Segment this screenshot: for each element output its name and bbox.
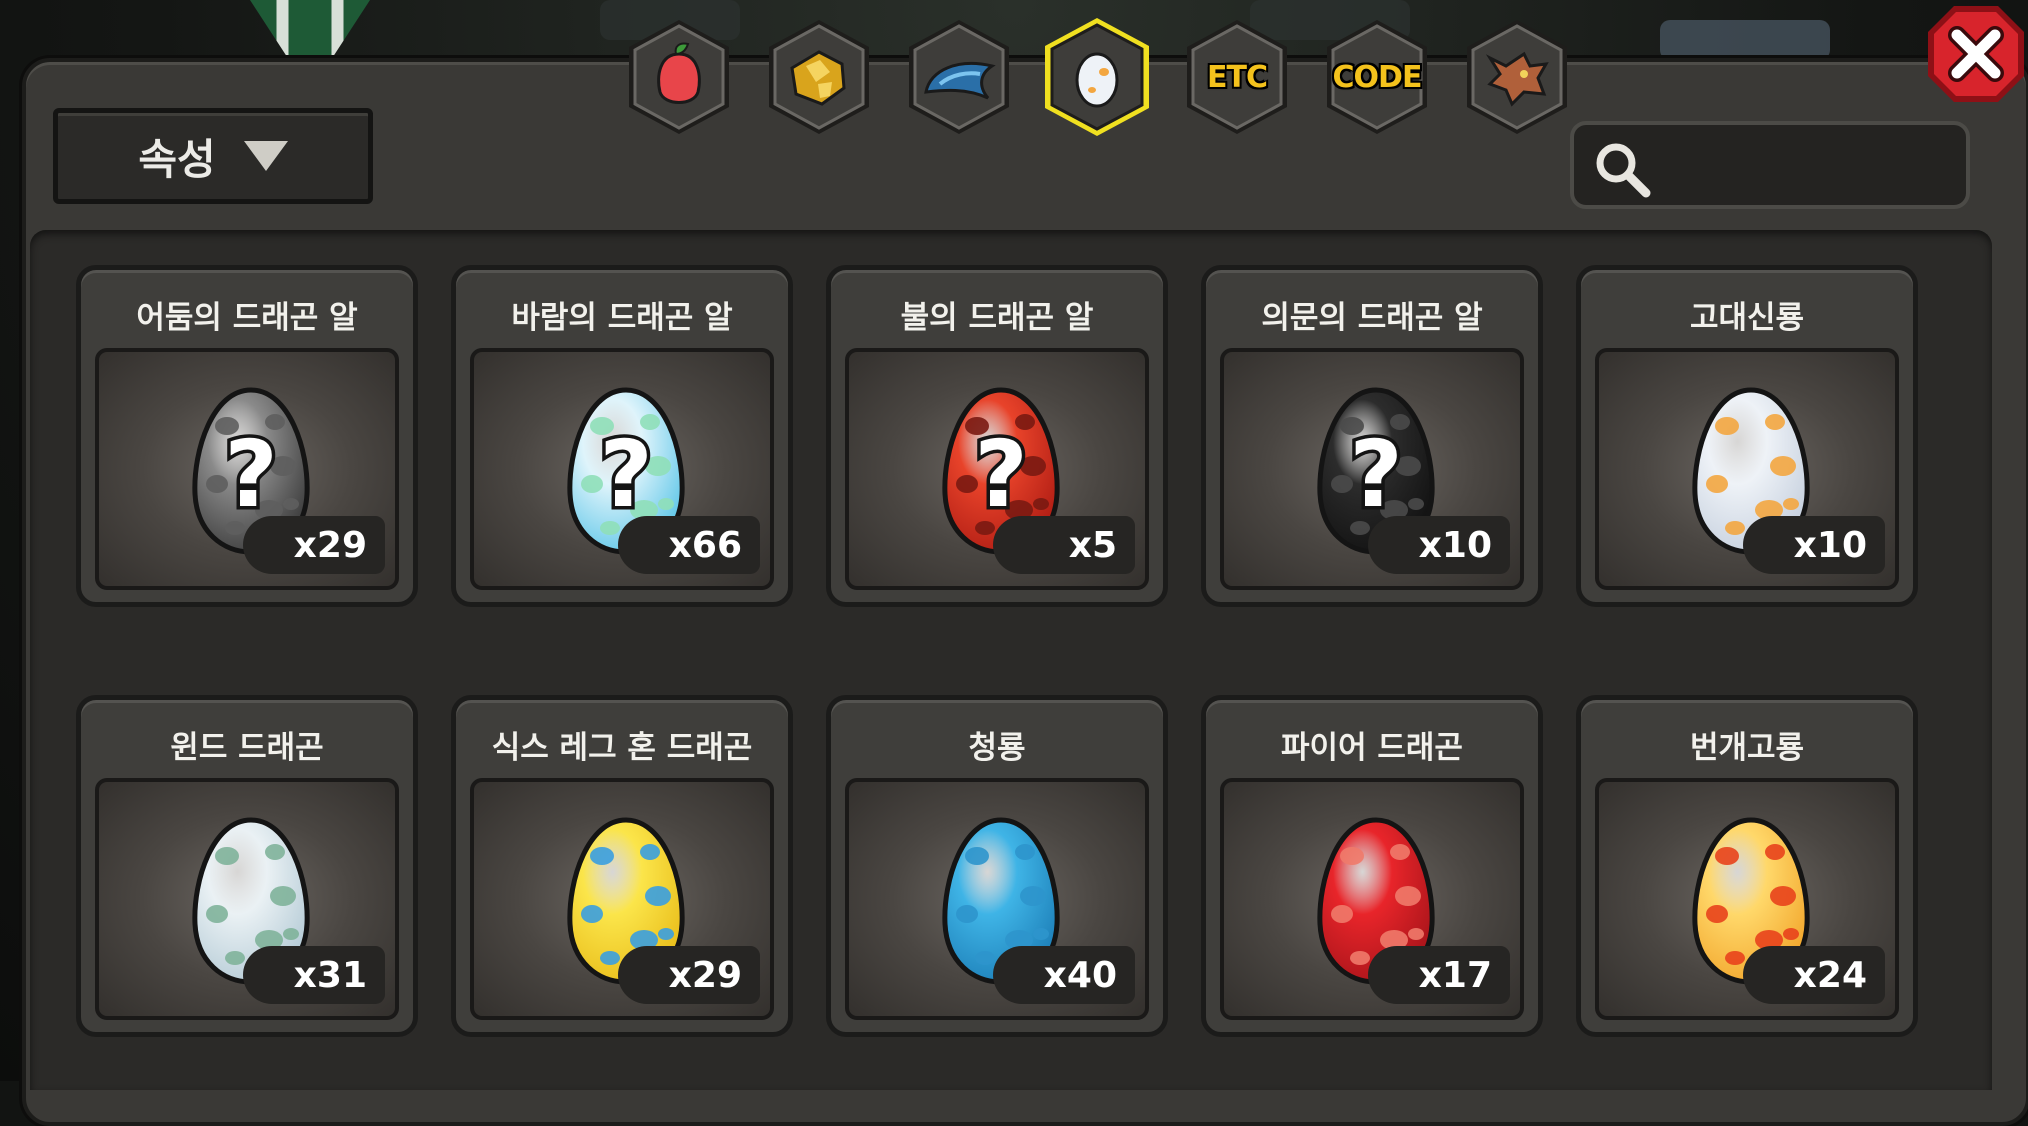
item-card[interactable]: 파이어 드래곤 x17 <box>1201 695 1543 1037</box>
item-count: x5 <box>993 516 1135 574</box>
item-count: x17 <box>1368 946 1510 1004</box>
item-name: 어둠의 드래곤 알 <box>136 300 358 336</box>
search-input[interactable] <box>1570 121 1970 209</box>
tab-etc[interactable]: ETC <box>1174 14 1300 140</box>
item-count: x29 <box>243 516 385 574</box>
item-card[interactable]: 번개고룡 x24 <box>1576 695 1918 1037</box>
item-card[interactable]: 바람의 드래곤 알 ? x66 <box>451 265 793 607</box>
item-card[interactable]: 의문의 드래곤 알 ? x10 <box>1201 265 1543 607</box>
item-name: 바람의 드래곤 알 <box>511 300 733 336</box>
item-slot: x10 <box>1595 348 1899 590</box>
item-name: 번개고룡 <box>1689 730 1805 766</box>
item-slot: ? x66 <box>470 348 774 590</box>
item-name: 고대신룡 <box>1689 300 1805 336</box>
tab-label: CODE <box>1332 59 1423 95</box>
tab-egg[interactable] <box>1034 14 1160 140</box>
search-icon <box>1596 143 1651 198</box>
item-card[interactable]: 윈드 드래곤 x31 <box>76 695 418 1037</box>
tab-dragon[interactable] <box>1454 14 1580 140</box>
item-card[interactable]: 청룡 x40 <box>826 695 1168 1037</box>
item-slot: x24 <box>1595 778 1899 1020</box>
item-slot: x17 <box>1220 778 1524 1020</box>
tab-code[interactable]: CODE <box>1314 14 1440 140</box>
tab-fruit[interactable] <box>616 14 742 140</box>
item-count: x31 <box>243 946 385 1004</box>
item-slot: ? x10 <box>1220 348 1524 590</box>
item-card[interactable]: 불의 드래곤 알 ? x5 <box>826 265 1168 607</box>
background-badge <box>1660 20 1830 60</box>
svg-text:?: ? <box>974 421 1027 528</box>
item-count: x10 <box>1743 516 1885 574</box>
item-slot: ? x29 <box>95 348 399 590</box>
item-name: 윈드 드래곤 <box>170 730 324 766</box>
tab-gold-ore[interactable] <box>756 14 882 140</box>
item-name: 파이어 드래곤 <box>1281 730 1463 766</box>
svg-text:?: ? <box>224 421 277 528</box>
item-slot: x40 <box>845 778 1149 1020</box>
tab-dragon-scale[interactable] <box>896 14 1022 140</box>
item-name: 식스 레그 혼 드래곤 <box>491 730 753 766</box>
tab-label: ETC <box>1207 59 1268 95</box>
item-count: x10 <box>1368 516 1510 574</box>
svg-text:?: ? <box>599 421 652 528</box>
item-slot: x31 <box>95 778 399 1020</box>
close-button[interactable] <box>1924 2 2028 106</box>
item-name: 청룡 <box>968 730 1026 766</box>
item-card[interactable]: 고대신룡 x10 <box>1576 265 1918 607</box>
item-slot: ? x5 <box>845 348 1149 590</box>
dropdown-arrow-icon <box>243 141 288 171</box>
attribute-filter-dropdown[interactable]: 속성 <box>53 108 373 204</box>
item-count: x29 <box>618 946 760 1004</box>
item-card[interactable]: 식스 레그 혼 드래곤 x29 <box>451 695 793 1037</box>
svg-text:?: ? <box>1349 421 1402 528</box>
item-count: x24 <box>1743 946 1885 1004</box>
item-name: 불의 드래곤 알 <box>900 300 1094 336</box>
item-count: x40 <box>993 946 1135 1004</box>
item-card[interactable]: 어둠의 드래곤 알 ? x29 <box>76 265 418 607</box>
filter-label: 속성 <box>138 134 216 184</box>
item-slot: x29 <box>470 778 774 1020</box>
item-count: x66 <box>618 516 760 574</box>
item-name: 의문의 드래곤 알 <box>1261 300 1483 336</box>
egg-icon <box>1075 52 1119 108</box>
